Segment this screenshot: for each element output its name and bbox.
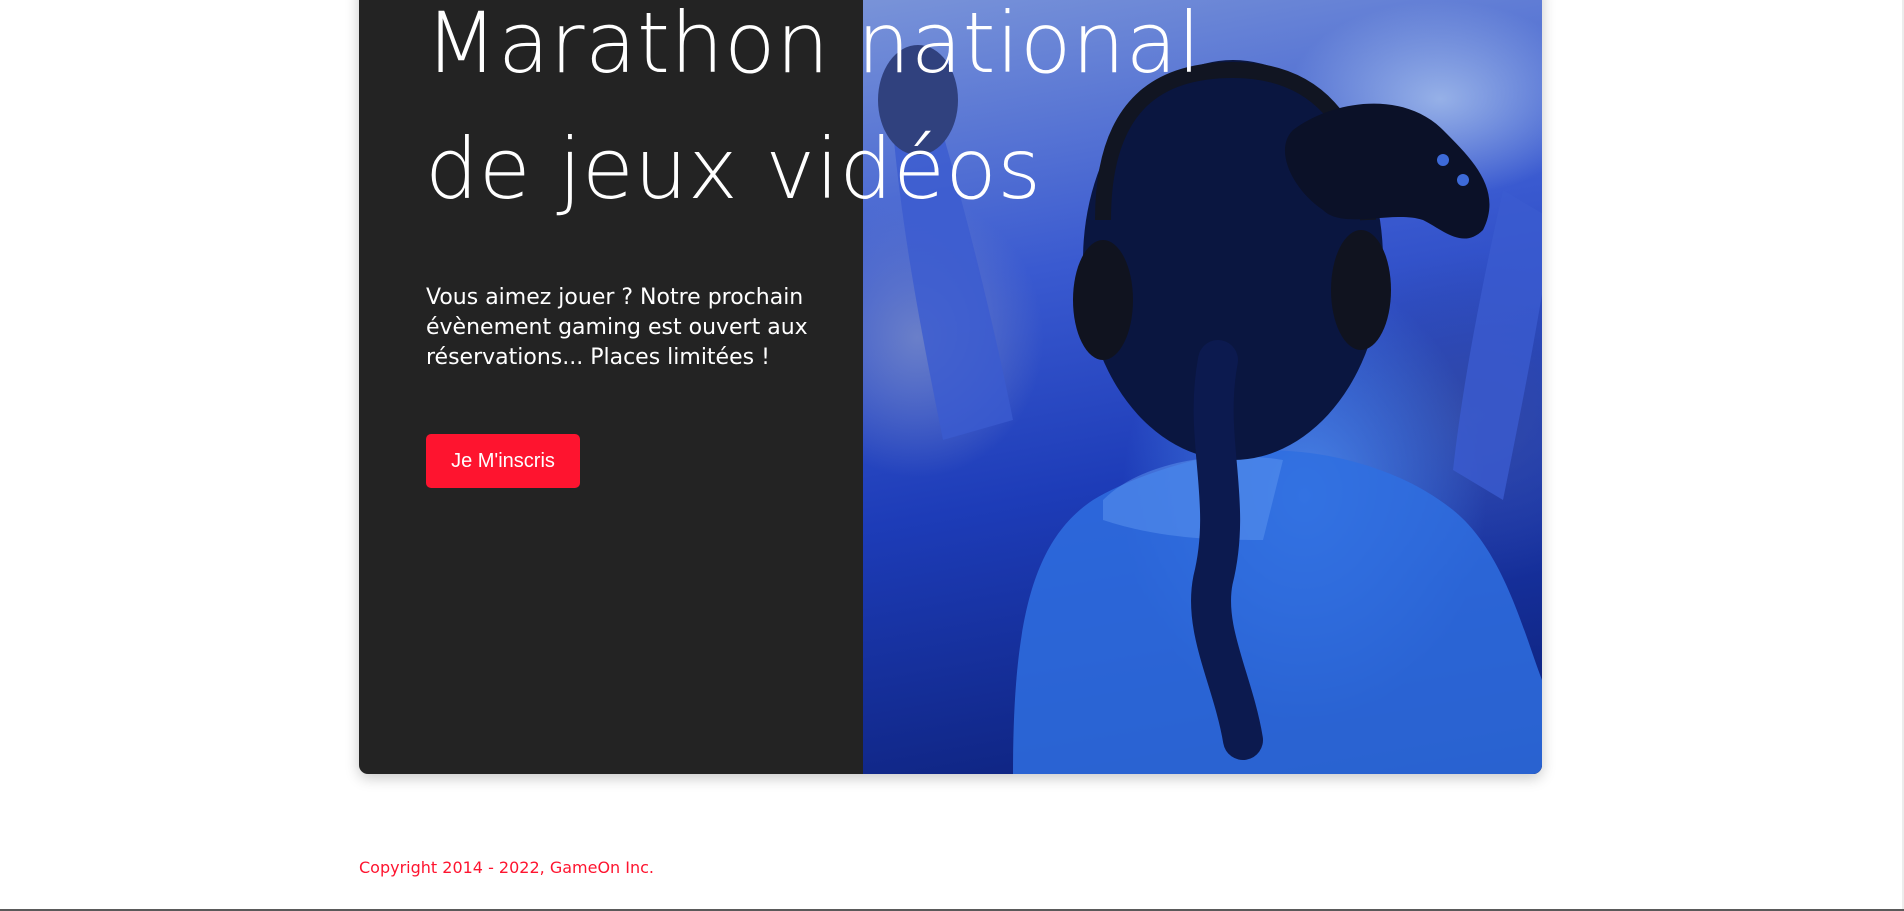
hero-description: Vous aimez jouer ? Notre prochain évènem… (426, 285, 808, 370)
footer-copyright: Copyright 2014 - 2022, GameOn Inc. (359, 858, 655, 877)
hero-title-line-2: de jeux vidéos (425, 120, 1042, 218)
signup-button[interactable]: Je M'inscris (426, 434, 580, 488)
hero-title-line-1: Marathon national (425, 0, 1202, 92)
page: Marathon national de jeux vidéos Vous ai… (0, 0, 1904, 911)
hero-section: Marathon national de jeux vidéos Vous ai… (359, 0, 1542, 774)
hero-title: Marathon national de jeux vidéos (425, 0, 1201, 232)
